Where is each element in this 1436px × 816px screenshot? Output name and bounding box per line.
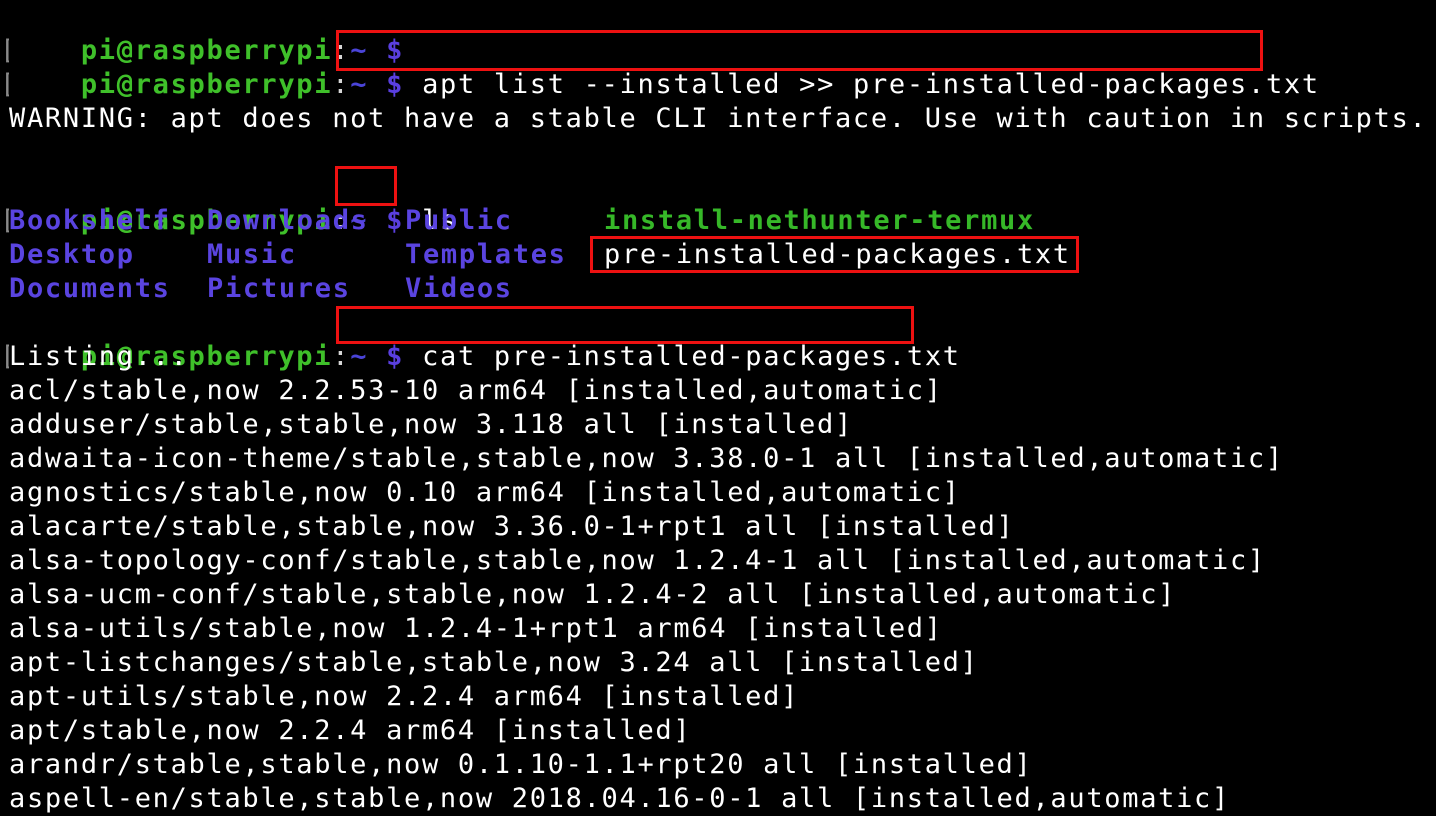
ls-dir-bookshelf: Bookshelf [9, 205, 171, 236]
package-line: alsa-topology-conf/stable,stable,now 1.2… [9, 545, 1266, 576]
ls-dir-pictures: Pictures [207, 273, 351, 304]
package-line: apt-utils/stable,now 2.2.4 arm64 [instal… [9, 681, 800, 712]
package-line: arandr/stable,stable,now 0.1.10-1.1+rpt2… [9, 749, 1033, 780]
ls-dir-desktop: Desktop [9, 239, 135, 270]
command-apt-list: apt list --installed >> pre-installed-pa… [422, 69, 1320, 100]
highlight-box-cat [336, 306, 914, 344]
prompt-cwd: ~ [350, 341, 369, 372]
warning-line: WARNING: apt does not have a stable CLI … [9, 103, 1428, 134]
package-line: adduser/stable,stable,now 3.118 all [ins… [9, 409, 853, 440]
package-line: alacarte/stable,stable,now 3.36.0-1+rpt1… [9, 511, 1015, 542]
terminal-window[interactable]: [pi@raspberrypi:~ $ [pi@raspberrypi:~ $ … [0, 0, 1436, 814]
package-line: adwaita-icon-theme/stable,stable,now 3.3… [9, 443, 1284, 474]
ls-dir-documents: Documents [9, 273, 171, 304]
prompt-symbol: $ [386, 341, 405, 372]
prompt-line-1: [pi@raspberrypi:~ $ [0, 0, 422, 66]
ls-dir-downloads: Downloads [207, 205, 369, 236]
package-line-partial: aspell-en/stable,stable,now 2018.04.16-0… [9, 783, 1230, 814]
ls-exec-install-nethunter: install-nethunter-termux [604, 205, 1035, 236]
highlight-box-apt-list [336, 30, 1263, 71]
package-line: acl/stable,now 2.2.53-10 arm64 [installe… [9, 375, 943, 406]
prompt-colon: : [332, 69, 351, 100]
ls-dir-videos: Videos [405, 273, 513, 304]
highlight-box-ls [335, 166, 397, 206]
package-line: alsa-utils/stable,now 1.2.4-1+rpt1 arm64… [9, 613, 943, 644]
highlight-box-file [590, 236, 1079, 273]
listing-header: Listing... [9, 341, 189, 372]
ls-dir-templates: Templates [405, 239, 567, 270]
prompt-colon: : [332, 341, 351, 372]
package-line: agnostics/stable,now 0.10 arm64 [install… [9, 477, 961, 508]
prompt-symbol: $ [386, 205, 405, 236]
bracket-fragment: [ [0, 340, 9, 374]
command-cat: cat pre-installed-packages.txt [422, 341, 961, 372]
prompt-user-host: pi@raspberrypi [80, 69, 333, 100]
package-line: apt-listchanges/stable,stable,now 3.24 a… [9, 647, 979, 678]
ls-dir-public: Public [405, 205, 513, 236]
prompt-cwd: ~ [350, 69, 369, 100]
package-line: apt/stable,now 2.2.4 arm64 [installed] [9, 715, 692, 746]
bracket-fragment: [ [0, 68, 9, 102]
prompt-symbol: $ [386, 69, 405, 100]
ls-dir-music: Music [207, 239, 297, 270]
package-line: alsa-ucm-conf/stable,stable,now 1.2.4-2 … [9, 579, 1177, 610]
bracket-fragment: [ [0, 204, 9, 238]
bracket-fragment: [ [0, 34, 9, 68]
